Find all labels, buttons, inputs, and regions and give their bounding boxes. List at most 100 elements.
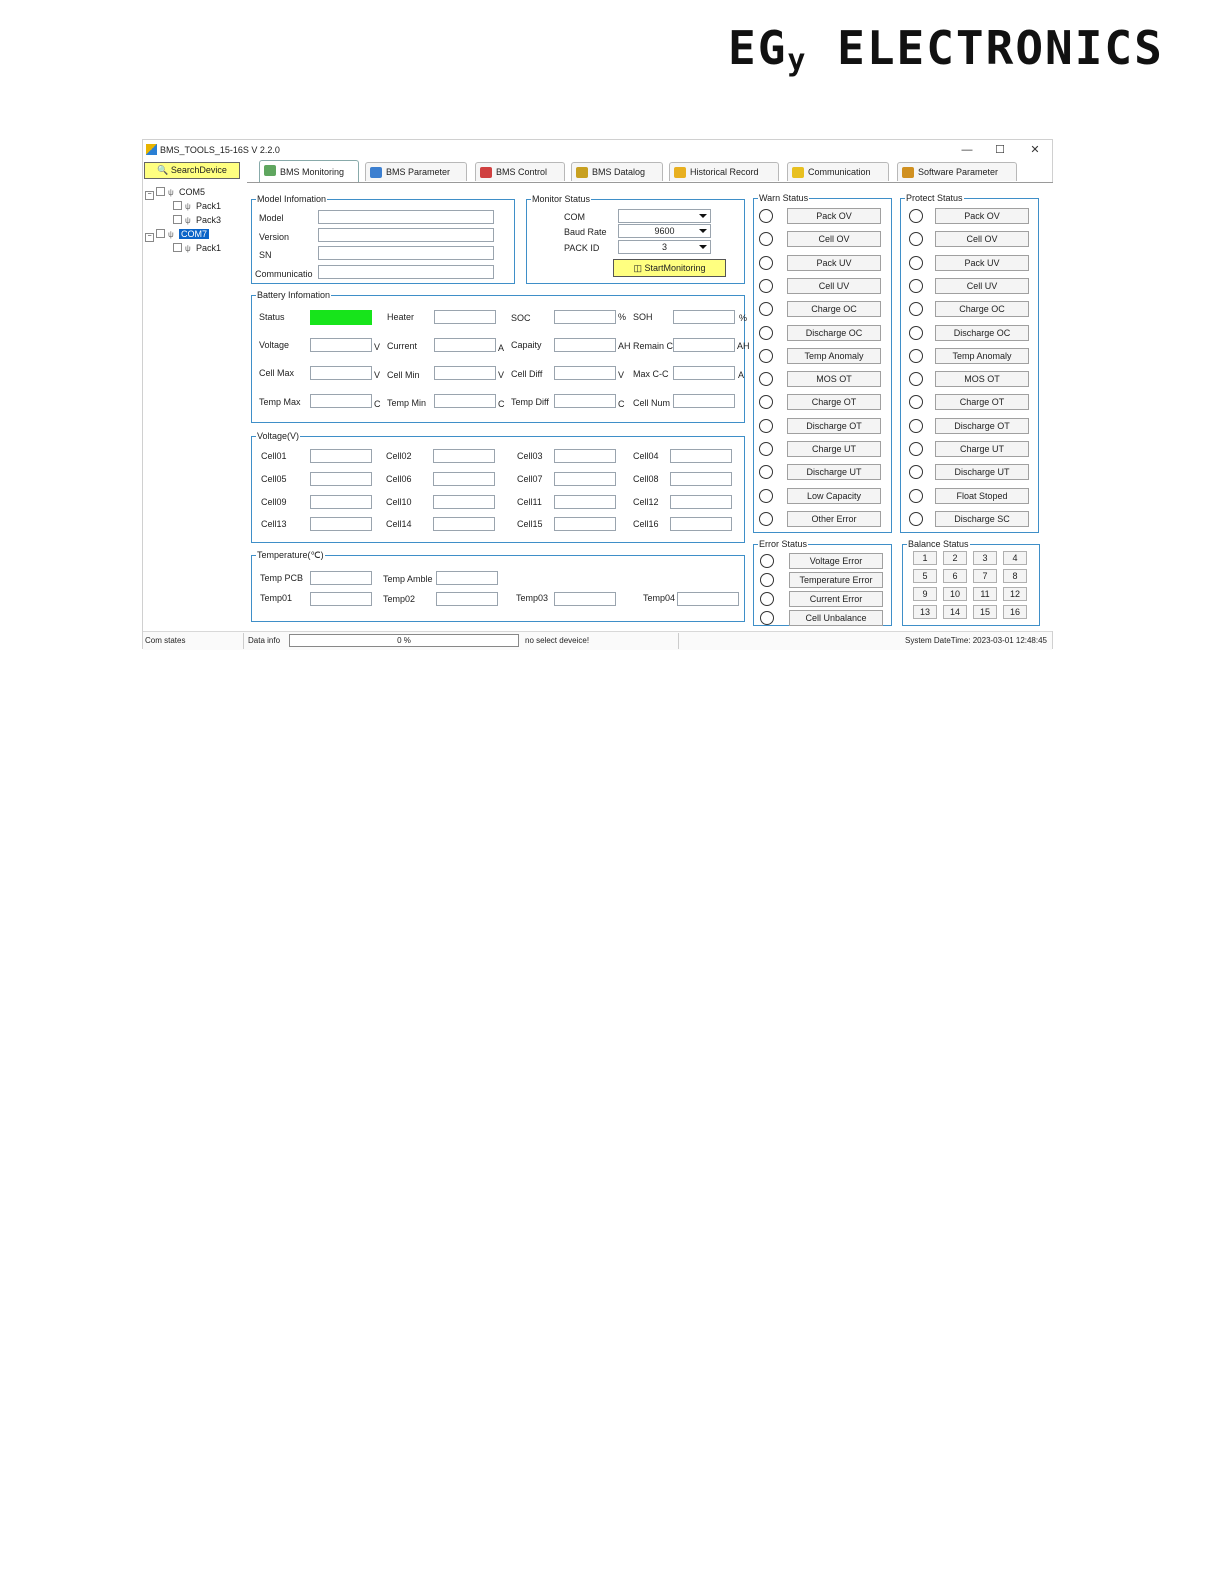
temp-pcb-field[interactable] [310,571,372,585]
warn-pack-ov-button[interactable]: Pack OV [787,208,881,224]
cell-voltage-field[interactable] [670,495,732,509]
maximize-button[interactable]: ☐ [988,142,1012,158]
temp04-field[interactable] [677,592,739,606]
error-current-error-button[interactable]: Current Error [789,591,883,607]
cell-voltage-field[interactable] [433,449,495,463]
tree-item-com7[interactable]: − ψ COM7 [145,228,210,242]
protect-charge-ut-button[interactable]: Charge UT [935,441,1029,457]
version-field[interactable] [318,228,494,242]
temp02-field[interactable] [436,592,498,606]
tab-bms-parameter[interactable]: BMS Parameter [365,162,467,181]
collapse-icon[interactable]: − [145,191,154,200]
tree-item-com5-pack3[interactable]: ψ Pack3 [173,214,221,226]
temp-min-field[interactable] [434,394,496,408]
warn-cell-uv-button[interactable]: Cell UV [787,277,881,294]
cell-voltage-field[interactable] [433,472,495,486]
tab-bms-control[interactable]: BMS Control [475,162,565,181]
tab-bms-monitoring[interactable]: BMS Monitoring [259,160,359,182]
sn-field[interactable] [318,246,494,260]
cell-voltage-field[interactable] [433,517,495,531]
warn-discharge-ut-button[interactable]: Discharge UT [787,464,881,481]
protect-discharge-ut-button[interactable]: Discharge UT [935,464,1029,481]
voltage-field[interactable] [310,338,372,352]
protect-charge-ot-button[interactable]: Charge OT [935,394,1029,411]
protect-cell-ov-button[interactable]: Cell OV [935,231,1029,248]
soh-field[interactable] [673,310,735,324]
warn-low-capacity-button[interactable]: Low Capacity [787,487,881,504]
warn-discharge-oc-button[interactable]: Discharge OC [787,324,881,341]
start-monitoring-button[interactable]: ◫ StartMonitoring [613,259,726,277]
error-cell-unbalance-button[interactable]: Cell Unbalance [789,610,883,626]
protect-pack-uv-button[interactable]: Pack UV [935,254,1029,271]
protect-discharge-sc-button[interactable]: Discharge SC [935,510,1029,527]
cell-voltage-field[interactable] [310,472,372,486]
cell-num-field[interactable] [673,394,735,408]
warn-mos-ot-button[interactable]: MOS OT [787,371,881,388]
com-select[interactable] [618,209,711,223]
search-device-button[interactable]: 🔍 SearchDevice [144,162,240,179]
communication-field[interactable] [318,265,494,279]
checkbox[interactable] [173,201,182,210]
temp01-field[interactable] [310,592,372,606]
cell-voltage-field[interactable] [554,517,616,531]
cell-voltage-field[interactable] [554,495,616,509]
protect-temp-anomaly-button[interactable]: Temp Anomaly [935,347,1029,364]
model-field[interactable] [318,210,494,224]
cell-diff-field[interactable] [554,366,616,380]
protect-discharge-ot-button[interactable]: Discharge OT [935,417,1029,434]
baud-rate-select[interactable]: 9600 [618,224,711,238]
checkbox[interactable] [156,229,165,238]
tree-item-com5-pack1[interactable]: ψ Pack1 [173,200,221,212]
ah-remain-field[interactable] [673,338,735,352]
cell-voltage-field[interactable] [554,449,616,463]
warn-temp-anomaly-button[interactable]: Temp Anomaly [787,347,881,364]
tab-bms-datalog[interactable]: BMS Datalog [571,162,663,181]
error-voltage-error-button[interactable]: Voltage Error [789,553,883,569]
cell-voltage-field[interactable] [310,517,372,531]
warn-charge-ut-button[interactable]: Charge UT [787,441,881,457]
temp-diff-field[interactable] [554,394,616,408]
cell-voltage-field[interactable] [433,495,495,509]
tree-item-com5[interactable]: − ψ COM5 [145,186,205,200]
pack-id-select[interactable]: 3 [618,240,711,254]
protect-cell-uv-button[interactable]: Cell UV [935,277,1029,294]
warn-charge-oc-button[interactable]: Charge OC [787,301,881,318]
soc-field[interactable] [554,310,616,324]
protect-charge-oc-button[interactable]: Charge OC [935,301,1029,318]
tab-historical-record[interactable]: Historical Record [669,162,779,181]
warn-discharge-ot-button[interactable]: Discharge OT [787,417,881,434]
tree-item-com7-pack1[interactable]: ψ Pack1 [173,242,221,254]
minimize-button[interactable]: — [955,142,979,158]
cell-voltage-field[interactable] [310,495,372,509]
tab-software-parameter[interactable]: Software Parameter [897,162,1017,181]
cell-voltage-field[interactable] [310,449,372,463]
max-cc-field[interactable] [673,366,735,380]
cell-voltage-field[interactable] [670,472,732,486]
close-button[interactable]: ✕ [1023,142,1047,158]
capacity-field[interactable] [554,338,616,352]
warn-pack-uv-button[interactable]: Pack UV [787,254,881,271]
checkbox[interactable] [173,215,182,224]
temp-ambient-field[interactable] [436,571,498,585]
error-temperature-error-button[interactable]: Temperature Error [789,572,883,588]
warn-charge-ot-button[interactable]: Charge OT [787,394,881,411]
collapse-icon[interactable]: − [145,233,154,242]
tab-communication[interactable]: Communication [787,162,889,181]
protect-float-stoped-button[interactable]: Float Stoped [935,487,1029,504]
cell-voltage-field[interactable] [554,472,616,486]
cell-min-field[interactable] [434,366,496,380]
checkbox[interactable] [173,243,182,252]
current-field[interactable] [434,338,496,352]
warn-other-error-button[interactable]: Other Error [787,510,881,527]
protect-pack-ov-button[interactable]: Pack OV [935,208,1029,224]
temp03-field[interactable] [554,592,616,606]
temp-max-field[interactable] [310,394,372,408]
protect-discharge-oc-button[interactable]: Discharge OC [935,324,1029,341]
protect-mos-ot-button[interactable]: MOS OT [935,371,1029,388]
heater-field[interactable] [434,310,496,324]
cell-voltage-field[interactable] [670,449,732,463]
checkbox[interactable] [156,187,165,196]
cell-voltage-field[interactable] [670,517,732,531]
warn-cell-ov-button[interactable]: Cell OV [787,231,881,248]
cell-max-field[interactable] [310,366,372,380]
